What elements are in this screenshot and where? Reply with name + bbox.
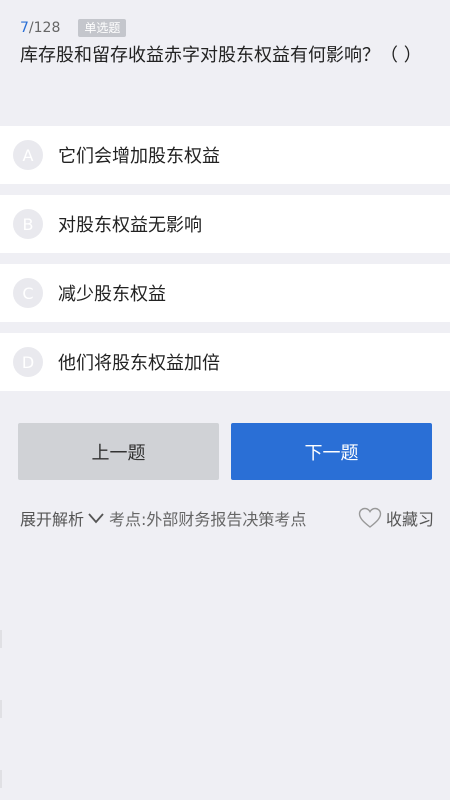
edge-divider	[0, 700, 2, 718]
analysis-row: 展开解析 考点:外部财务报告决策考点 收藏习	[20, 504, 434, 532]
question-meta: 7/128 单选题	[20, 18, 432, 38]
option-letter-c: C	[13, 278, 43, 308]
option-b[interactable]: B 对股东权益无影响	[0, 195, 450, 253]
option-list: A 它们会增加股东权益 B 对股东权益无影响 C 减少股东权益 D 他们将股东权…	[0, 126, 450, 402]
previous-question-button[interactable]: 上一题	[18, 423, 219, 480]
question-type-badge: 单选题	[78, 19, 127, 37]
current-question-number: 7	[20, 20, 29, 36]
navigation-buttons: 上一题 下一题	[18, 423, 432, 480]
heart-outline-icon	[358, 507, 382, 528]
question-progress: 7/128	[20, 20, 60, 36]
exam-point-label: 考点:外部财务报告决策考点	[109, 510, 307, 529]
option-text-d: 他们将股东权益加倍	[58, 353, 220, 374]
option-a[interactable]: A 它们会增加股东权益	[0, 126, 450, 184]
question-text: 库存股和留存收益赤字对股东权益有何影响？（ ）	[20, 45, 422, 66]
option-letter-b: B	[13, 209, 43, 239]
edge-divider	[0, 770, 2, 788]
option-text-b: 对股东权益无影响	[58, 215, 202, 236]
favorite-label: 收藏习	[385, 510, 434, 529]
expand-analysis-label: 展开解析	[20, 510, 85, 529]
option-text-a: 它们会增加股东权益	[58, 146, 220, 167]
option-letter-a: A	[13, 140, 43, 170]
expand-analysis-toggle[interactable]: 展开解析	[20, 506, 105, 530]
edge-divider	[0, 630, 2, 648]
option-letter-d: D	[13, 347, 43, 377]
question-header: 7/128 单选题 库存股和留存收益赤字对股东权益有何影响？（ ）	[0, 0, 450, 108]
chevron-down-icon	[88, 513, 104, 524]
total-question-count: /128	[28, 20, 61, 36]
option-c[interactable]: C 减少股东权益	[0, 264, 450, 322]
option-text-c: 减少股东权益	[58, 284, 166, 305]
option-d[interactable]: D 他们将股东权益加倍	[0, 333, 450, 391]
next-question-button[interactable]: 下一题	[231, 423, 432, 480]
favorite-button[interactable]: 收藏习	[358, 506, 434, 530]
